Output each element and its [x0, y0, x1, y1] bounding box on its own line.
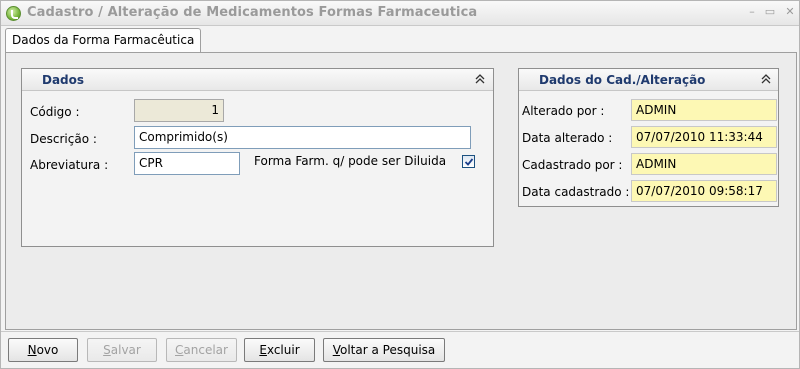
close-icon[interactable]: ✕	[783, 5, 797, 19]
dados-group-header[interactable]: Dados	[22, 69, 493, 91]
app-logo-icon	[6, 6, 21, 21]
data-alterado-label: Data alterado :	[522, 131, 613, 145]
minimize-icon[interactable]: –	[745, 5, 759, 19]
abreviatura-label: Abreviatura :	[30, 158, 109, 172]
descricao-label: Descrição :	[30, 132, 97, 146]
audit-group-title: Dados do Cad./Alteração	[539, 73, 706, 87]
title-bar[interactable]: Cadastro / Alteração de Medicamentos For…	[1, 1, 799, 26]
voltar-pesquisa-button[interactable]: Voltar a Pesquisa	[323, 338, 445, 362]
diluida-checkbox[interactable]	[462, 155, 475, 168]
collapse-chevron-icon[interactable]	[474, 73, 486, 85]
alterado-por-field: ADMIN	[631, 99, 777, 121]
cadastrado-por-label: Cadastrado por :	[522, 158, 623, 172]
collapse-chevron-icon[interactable]	[760, 73, 772, 85]
novo-button[interactable]: Novo	[8, 338, 78, 362]
tab-strip: Dados da Forma Farmacêutica	[5, 28, 797, 53]
cadastrado-por-field: ADMIN	[631, 153, 777, 175]
tab-page: Dados Código : 1 Descrição : Comprimido(…	[5, 52, 797, 330]
data-alterado-field: 07/07/2010 11:33:44	[631, 126, 777, 148]
cancelar-button[interactable]: Cancelar	[166, 338, 237, 362]
data-cadastrado-field: 07/07/2010 09:58:17	[631, 180, 777, 202]
salvar-button[interactable]: Salvar	[87, 338, 157, 362]
codigo-field: 1	[134, 99, 224, 122]
window-title: Cadastro / Alteração de Medicamentos For…	[27, 5, 478, 20]
abreviatura-field[interactable]: CPR	[134, 152, 240, 175]
data-cadastrado-label: Data cadastrado :	[522, 185, 630, 199]
codigo-label: Código :	[30, 105, 80, 119]
audit-group: Dados do Cad./Alteração Alterado por : A…	[518, 68, 779, 207]
dados-group-title: Dados	[42, 73, 85, 87]
tab-dados-forma-farmaceutica[interactable]: Dados da Forma Farmacêutica	[5, 28, 202, 53]
alterado-por-label: Alterado por :	[522, 104, 605, 118]
main-window: Cadastro / Alteração de Medicamentos For…	[0, 0, 800, 369]
descricao-field[interactable]: Comprimido(s)	[134, 126, 471, 149]
dados-group: Dados Código : 1 Descrição : Comprimido(…	[21, 68, 494, 247]
checkmark-icon	[464, 158, 474, 166]
audit-group-header[interactable]: Dados do Cad./Alteração	[519, 69, 778, 91]
maximize-icon[interactable]: ▭	[763, 5, 777, 19]
diluida-label: Forma Farm. q/ pode ser Diluida	[254, 154, 447, 168]
excluir-button[interactable]: Excluir	[244, 338, 315, 362]
